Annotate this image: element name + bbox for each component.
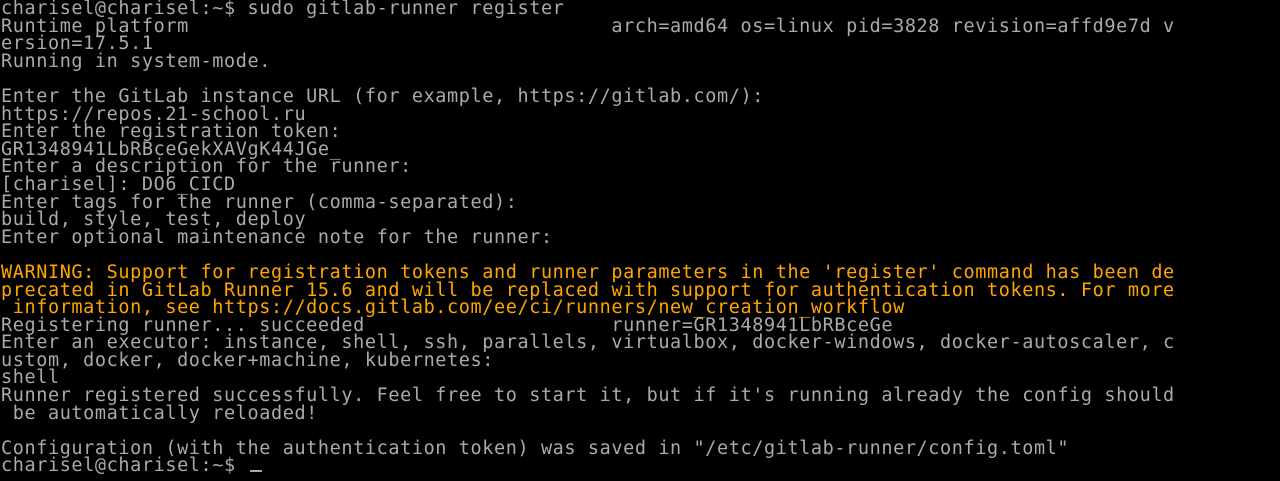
output-line: Enter the GitLab instance URL (for examp… <box>1 85 764 107</box>
output-line: Running in system-mode. <box>1 50 271 72</box>
command-prompt[interactable]: charisel@charisel:~$ <box>0 457 1280 475</box>
warning-line: WARNING: Support for registration tokens… <box>1 261 1175 283</box>
terminal-output: charisel@charisel:~$ sudo gitlab-runner … <box>0 0 1280 457</box>
output-line: be automatically reloaded! <box>1 402 318 424</box>
prompt-text: charisel@charisel:~$ <box>1 455 248 477</box>
output-line: ustom, docker, docker+machine, kubernete… <box>1 349 494 371</box>
output-line: [charisel]: DO6_CICD <box>1 173 236 195</box>
output-line: charisel@charisel:~$ sudo gitlab-runner … <box>1 0 565 19</box>
terminal-window[interactable]: charisel@charisel:~$ sudo gitlab-runner … <box>0 0 1280 481</box>
output-line: Runtime platform arch=amd64 os=linux pid… <box>1 15 1175 37</box>
text-cursor <box>249 470 262 473</box>
output-line: Enter optional maintenance note for the … <box>1 226 553 248</box>
